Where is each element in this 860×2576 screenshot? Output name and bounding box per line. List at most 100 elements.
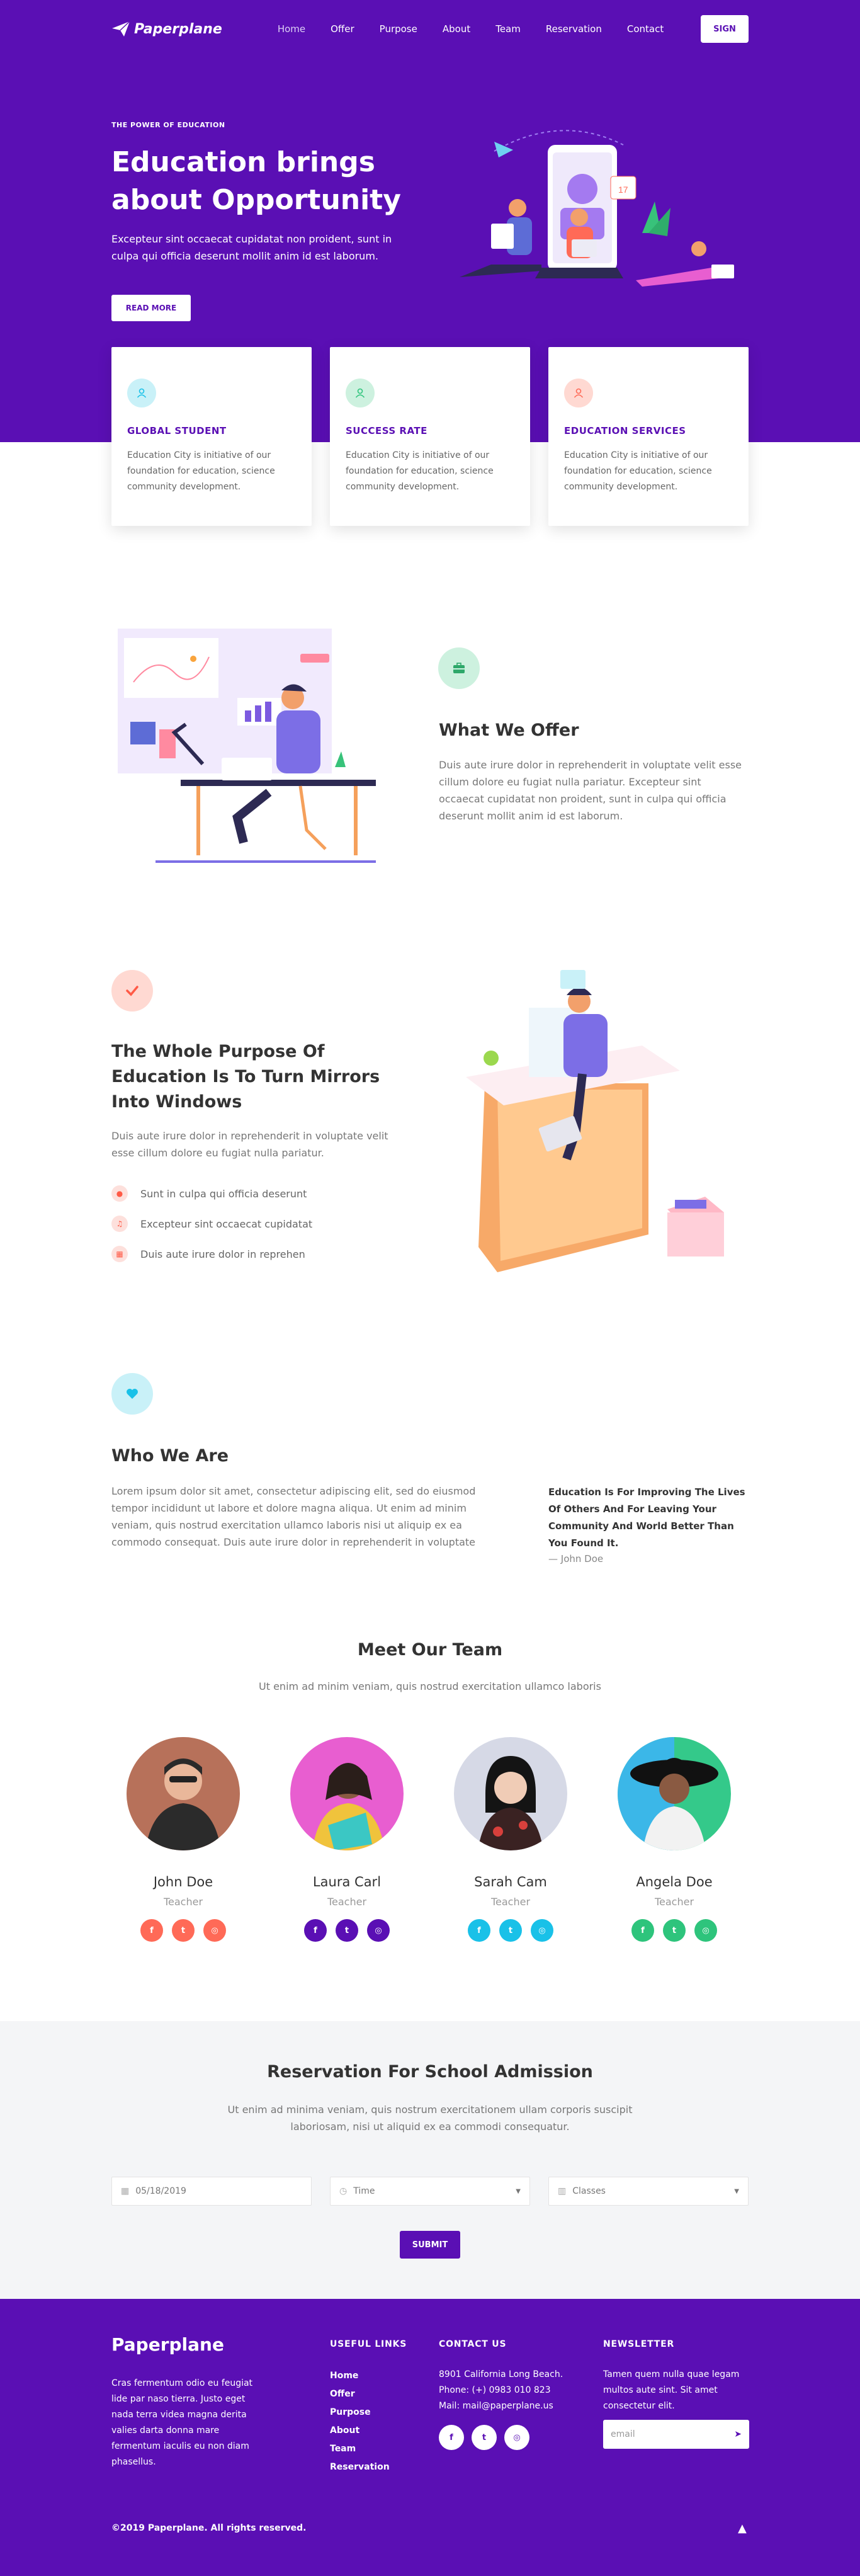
- team-subtitle: Ut enim ad minim veniam, quis nostrud ex…: [259, 1680, 601, 1692]
- user-icon: [127, 379, 156, 407]
- hero-text: Excepteur sint occaecat cupidatat non pr…: [111, 233, 392, 262]
- time-placeholder: Time: [353, 2186, 375, 2196]
- feature-card-global-student: GLOBAL STUDENT Education City is initiat…: [111, 347, 312, 526]
- member-role: Teacher: [327, 1896, 367, 1908]
- svg-text:17: 17: [618, 185, 628, 195]
- footer-link-home[interactable]: Home: [330, 2367, 390, 2385]
- purpose-bullet: ▦ Duis aute irure dolor in reprehen: [111, 1246, 305, 1262]
- footer-link-purpose[interactable]: Purpose: [330, 2403, 390, 2422]
- footer-link-reservation[interactable]: Reservation: [330, 2458, 390, 2476]
- instagram-icon[interactable]: ◎: [504, 2425, 529, 2450]
- newsletter-heading: NEWSLETTER: [603, 2339, 675, 2349]
- nav-offer[interactable]: Offer: [318, 23, 367, 35]
- instagram-icon[interactable]: ◎: [531, 1919, 553, 1942]
- submit-button[interactable]: SUBMIT: [400, 2231, 460, 2259]
- team-title: Meet Our Team: [357, 1640, 503, 1660]
- reservation-text: Ut enim ad minima veniam, quis nostrum e…: [227, 2104, 633, 2133]
- email-input[interactable]: email ➤: [603, 2420, 749, 2449]
- footer-links: Home Offer Purpose About Team Reservatio…: [330, 2367, 390, 2476]
- heart-icon: [111, 1373, 153, 1415]
- card-text: Education City is initiative of our foun…: [127, 450, 275, 492]
- reservation-title: Reservation For School Admission: [267, 2062, 593, 2082]
- card-text: Education City is initiative of our foun…: [564, 450, 712, 492]
- quote-author: — John Doe: [548, 1553, 604, 1564]
- classes-placeholder: Classes: [572, 2186, 606, 2196]
- contact-heading: CONTACT US: [439, 2339, 507, 2349]
- nav-team[interactable]: Team: [483, 23, 533, 35]
- member-role: Teacher: [654, 1896, 694, 1908]
- offer-text: Duis aute irure dolor in reprehenderit i…: [439, 759, 742, 822]
- nav-purpose[interactable]: Purpose: [367, 23, 430, 35]
- footer-link-team[interactable]: Team: [330, 2440, 390, 2458]
- instagram-icon[interactable]: ◎: [367, 1919, 390, 1942]
- nav-reservation[interactable]: Reservation: [533, 23, 614, 35]
- logo-text: Paperplane: [134, 21, 222, 37]
- card-text: Education City is initiative of our foun…: [346, 450, 494, 492]
- copyright: ©2019 Paperplane. All rights reserved.: [111, 2523, 307, 2533]
- facebook-icon[interactable]: f: [439, 2425, 464, 2450]
- card-title: EDUCATION SERVICES: [564, 425, 686, 436]
- time-select[interactable]: ◷ Time ▼: [330, 2177, 530, 2206]
- date-field[interactable]: ▦ 05/18/2019: [111, 2177, 312, 2206]
- instagram-icon[interactable]: ◎: [694, 1919, 717, 1942]
- purpose-bullet: ♫ Excepteur sint occaecat cupidatat: [111, 1216, 312, 1232]
- chevron-down-icon: ▼: [516, 2187, 521, 2195]
- email-placeholder: email: [611, 2429, 635, 2439]
- avatar: [618, 1737, 731, 1850]
- instagram-icon[interactable]: ◎: [203, 1919, 226, 1942]
- hero-eyebrow: THE POWER OF EDUCATION: [111, 121, 225, 129]
- navbar: Paperplane Home Offer Purpose About Team…: [111, 15, 749, 43]
- twitter-icon[interactable]: t: [172, 1919, 195, 1942]
- about-text: Lorem ipsum dolor sit amet, consectetur …: [111, 1485, 476, 1548]
- footer-link-offer[interactable]: Offer: [330, 2385, 390, 2403]
- bullet-text: Duis aute irure dolor in reprehen: [140, 1248, 305, 1260]
- hero-illustration: 17: [460, 130, 734, 287]
- avatar: [127, 1737, 240, 1850]
- bullet-dot-icon: ●: [111, 1185, 128, 1202]
- feature-card-education-services: EDUCATION SERVICES Education City is ini…: [548, 347, 749, 526]
- member-role: Teacher: [490, 1896, 531, 1908]
- contact-phone: Phone: (+) 0983 010 823: [439, 2385, 551, 2395]
- member-socials: f t ◎: [284, 1919, 410, 1942]
- member-name: Angela Doe: [636, 1874, 713, 1889]
- twitter-icon[interactable]: t: [499, 1919, 522, 1942]
- facebook-icon[interactable]: f: [304, 1919, 327, 1942]
- feature-card-success-rate: SUCCESS RATE Education City is initiativ…: [330, 347, 530, 526]
- briefcase-icon: [438, 647, 480, 689]
- footer: Paperplane Cras fermentum odio eu feugia…: [0, 2299, 860, 2576]
- avatar: [454, 1737, 567, 1850]
- clock-icon: ◷: [339, 2186, 348, 2196]
- twitter-icon[interactable]: t: [663, 1919, 686, 1942]
- team-member-card: Laura Carl Teacher f t ◎: [284, 1737, 410, 1942]
- member-name: Sarah Cam: [474, 1874, 547, 1889]
- facebook-icon[interactable]: f: [140, 1919, 163, 1942]
- nav-about[interactable]: About: [430, 23, 483, 35]
- logo[interactable]: Paperplane: [111, 21, 222, 37]
- twitter-icon[interactable]: t: [336, 1919, 358, 1942]
- footer-link-about[interactable]: About: [330, 2422, 390, 2440]
- checkmark-icon: [111, 970, 153, 1012]
- about-quote: Education Is For Improving The Lives Of …: [548, 1486, 745, 1549]
- purpose-illustration: [466, 970, 724, 1272]
- sign-button[interactable]: SIGN: [701, 15, 749, 43]
- nav-contact[interactable]: Contact: [614, 23, 676, 35]
- read-more-button[interactable]: READ MORE: [111, 295, 191, 321]
- columns-icon: ▥: [558, 2186, 567, 2196]
- chevron-down-icon: ▼: [734, 2187, 739, 2195]
- about-title: Who We Are: [111, 1446, 229, 1466]
- nav-home[interactable]: Home: [265, 23, 318, 35]
- purpose-bullet: ● Sunt in culpa qui officia deserunt: [111, 1185, 307, 1202]
- arrow-up-icon[interactable]: ▲: [738, 2522, 747, 2535]
- facebook-icon[interactable]: f: [468, 1919, 490, 1942]
- classes-select[interactable]: ▥ Classes ▼: [548, 2177, 749, 2206]
- card-title: GLOBAL STUDENT: [127, 425, 227, 436]
- twitter-icon[interactable]: t: [472, 2425, 497, 2450]
- team-member-card: Angela Doe Teacher f t ◎: [611, 1737, 737, 1942]
- member-socials: f t ◎: [448, 1919, 574, 1942]
- facebook-icon[interactable]: f: [631, 1919, 654, 1942]
- footer-text: Cras fermentum odio eu feugiat lide par …: [111, 2378, 253, 2467]
- member-name: Laura Carl: [312, 1874, 382, 1889]
- footer-brand: Paperplane: [111, 2334, 224, 2355]
- send-icon[interactable]: ➤: [734, 2429, 742, 2439]
- team-member-card: John Doe Teacher f t ◎: [120, 1737, 246, 1942]
